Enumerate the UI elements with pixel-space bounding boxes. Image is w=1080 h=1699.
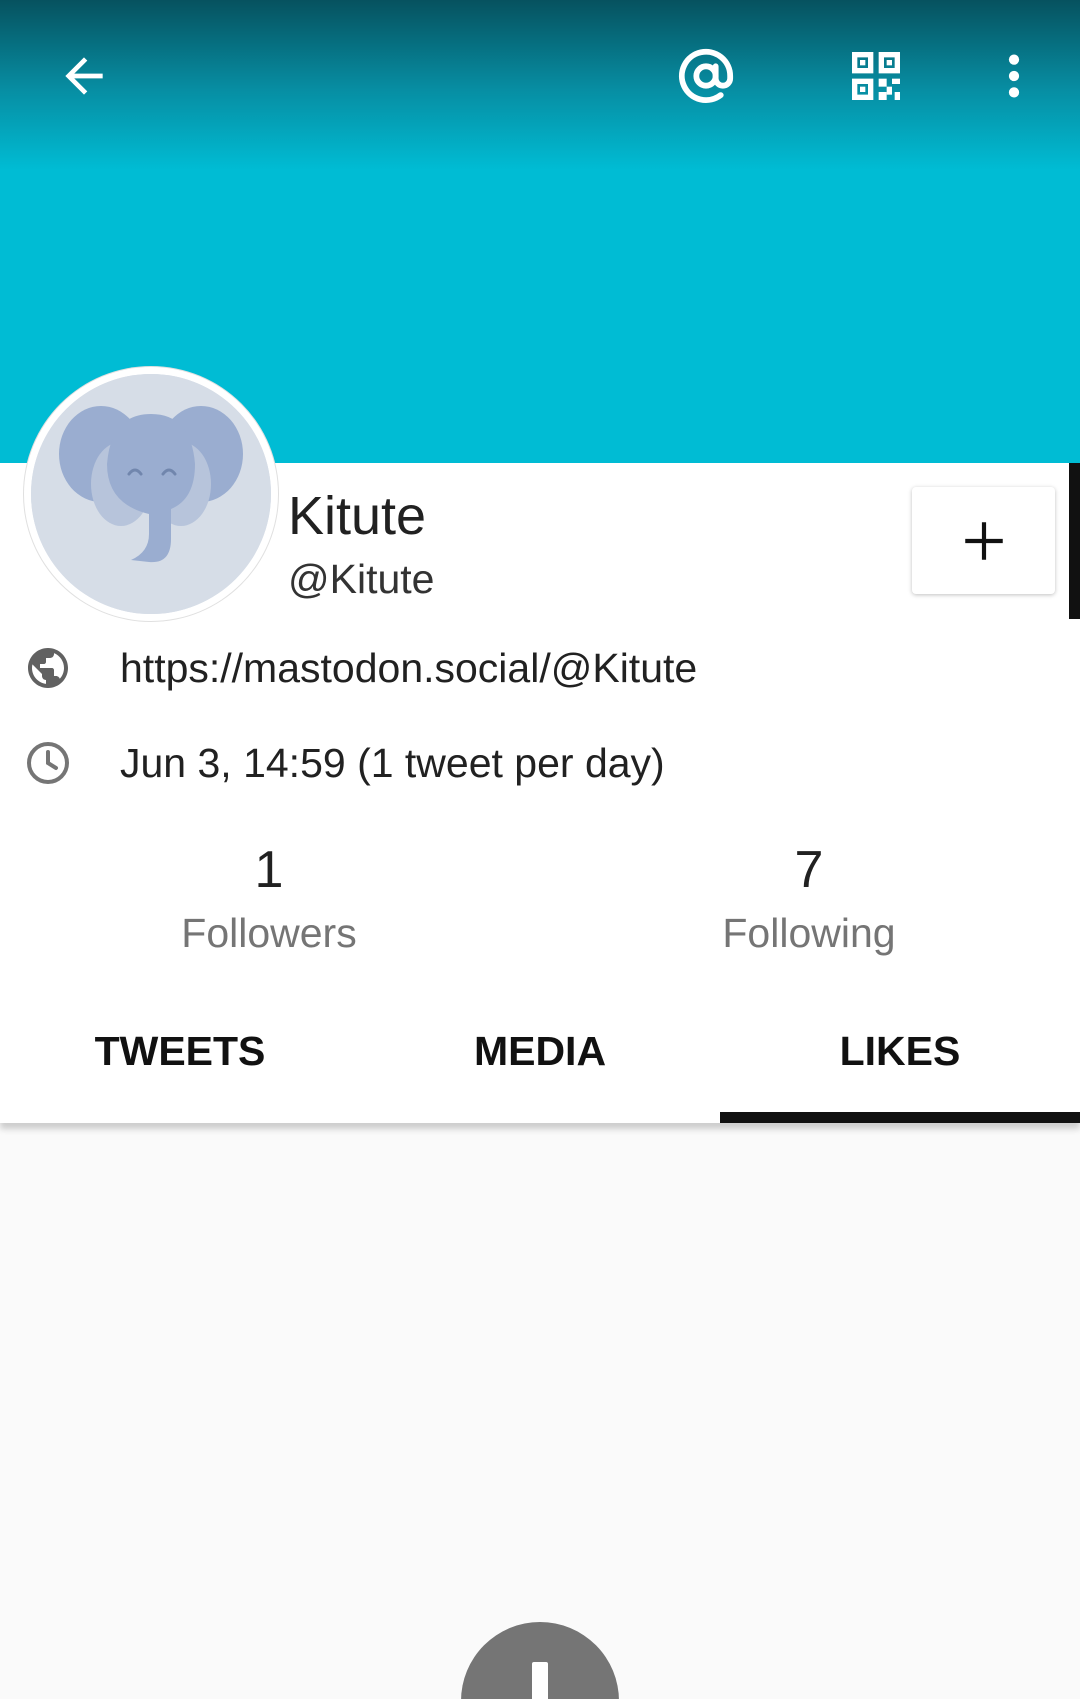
back-button[interactable] xyxy=(44,36,124,116)
tab-media[interactable]: MEDIA xyxy=(360,1000,720,1123)
following-stat[interactable]: 7 Following xyxy=(659,844,959,957)
joined-row: Jun 3, 14:59 (1 tweet per day) xyxy=(24,739,665,787)
at-sign-icon xyxy=(678,48,734,103)
more-options-button[interactable] xyxy=(974,36,1054,116)
arrow-back-icon xyxy=(65,57,103,95)
avatar[interactable] xyxy=(24,367,278,621)
profile-tabs: TWEETS MEDIA LIKES xyxy=(0,1000,1080,1123)
follow-button[interactable] xyxy=(912,487,1055,594)
joined-date-text: Jun 3, 14:59 (1 tweet per day) xyxy=(120,739,665,786)
display-name: Kitute xyxy=(288,486,427,546)
following-count: 7 xyxy=(794,841,824,899)
qr-code-button[interactable] xyxy=(836,36,916,116)
qr-code-icon xyxy=(852,52,900,100)
followers-stat[interactable]: 1 Followers xyxy=(119,844,419,957)
tab-tweets[interactable]: TWEETS xyxy=(0,1000,360,1123)
scroll-indicator xyxy=(1069,463,1080,619)
empty-state-icon xyxy=(461,1622,619,1699)
following-label: Following xyxy=(722,910,896,956)
followers-count: 1 xyxy=(254,841,284,899)
globe-icon xyxy=(24,644,72,692)
tab-likes[interactable]: LIKES xyxy=(720,1000,1080,1123)
clock-icon xyxy=(24,739,72,787)
username-handle: @Kitute xyxy=(288,556,435,602)
mention-button[interactable] xyxy=(666,36,746,116)
plus-icon xyxy=(964,521,1003,560)
profile-url-link[interactable]: https://mastodon.social/@Kitute xyxy=(120,645,697,692)
more-vert-icon xyxy=(1008,54,1020,98)
followers-label: Followers xyxy=(181,910,357,956)
elephant-avatar-icon xyxy=(31,374,271,614)
profile-url-row[interactable]: https://mastodon.social/@Kitute xyxy=(24,644,697,692)
